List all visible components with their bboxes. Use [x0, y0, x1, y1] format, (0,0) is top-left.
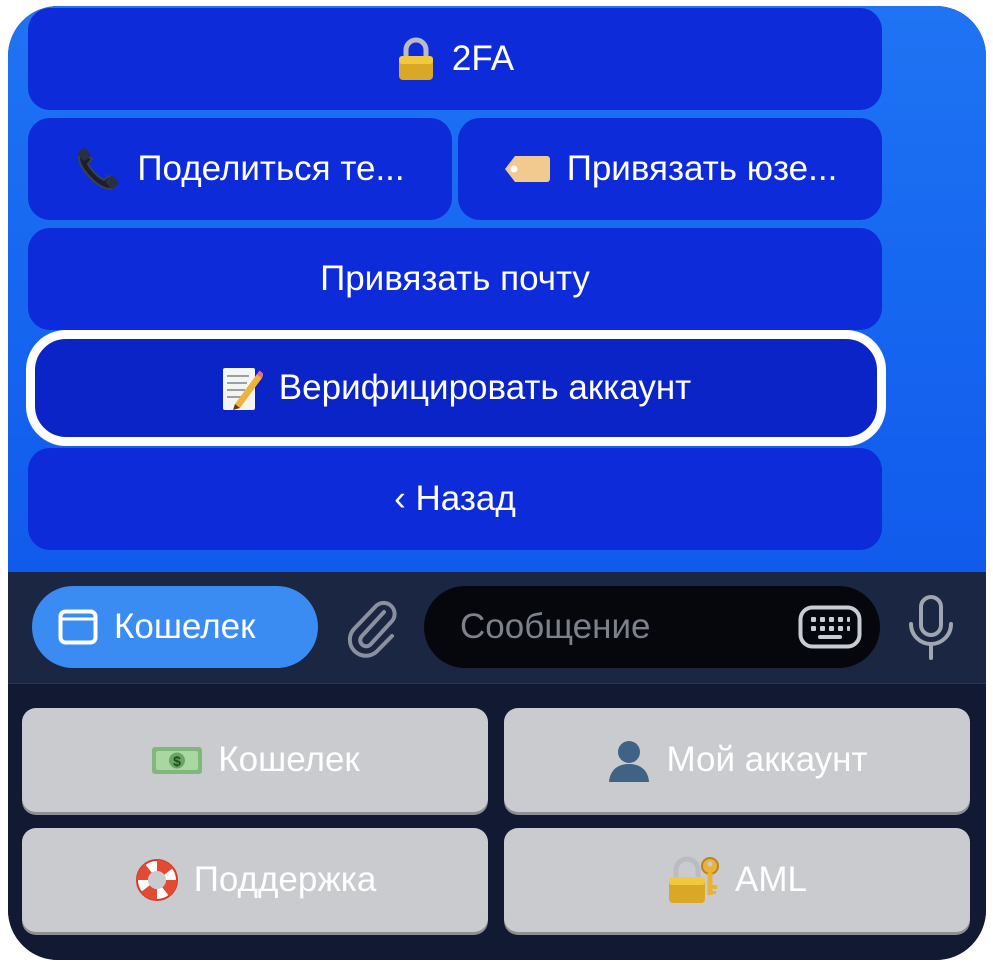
inline-button-share-phone-label: Поделиться те... [137, 149, 405, 188]
message-field[interactable] [424, 586, 880, 668]
reply-button-aml-label: AML [735, 860, 807, 899]
inline-button-back[interactable]: ‹ Назад [28, 448, 882, 550]
inline-button-link-email[interactable]: Привязать почту [28, 228, 882, 330]
reply-button-wallet-label: Кошелек [218, 740, 360, 779]
inline-button-link-username[interactable]: Привязать юзе... [458, 118, 882, 220]
inline-button-2fa[interactable]: 2FA [28, 8, 882, 110]
inline-button-2fa-label: 2FA [451, 39, 515, 78]
inline-button-link-username-label: Привязать юзе... [566, 149, 838, 188]
inline-button-share-phone[interactable]: Поделиться те... [28, 118, 452, 220]
reply-button-support-label: Поддержка [193, 860, 377, 899]
reply-button-aml[interactable]: AML [504, 828, 970, 932]
reply-keyboard: $ Кошелек Мой аккаунт Поддержка AML [8, 684, 986, 960]
reply-button-my-account[interactable]: Мой аккаунт [504, 708, 970, 812]
reply-button-my-account-label: Мой аккаунт [666, 740, 868, 779]
reply-button-support[interactable]: Поддержка [22, 828, 488, 932]
lock-icon [398, 37, 433, 80]
bot-menu-button-label: Кошелек [114, 607, 256, 646]
bot-menu-button[interactable]: Кошелек [32, 586, 318, 668]
memo-pencil-icon [222, 368, 263, 410]
message-input-bar: Кошелек [8, 572, 986, 684]
telephone-receiver-icon [78, 148, 119, 191]
chat-area: 2FA Поделиться те... Привязать юзе... Пр… [8, 6, 986, 572]
keyboard-icon[interactable] [798, 605, 862, 649]
inline-button-back-label: ‹ Назад [394, 479, 516, 518]
svg-text:$: $ [173, 753, 181, 769]
microphone-icon[interactable] [904, 594, 958, 662]
inline-button-verify-account[interactable]: Верифицировать аккаунт [26, 330, 886, 446]
money-banknote-icon: $ [152, 747, 203, 774]
paperclip-icon[interactable] [342, 596, 402, 660]
lifebuoy-icon [135, 859, 178, 901]
user-silhouette-icon [609, 741, 650, 782]
message-input[interactable] [458, 606, 792, 648]
lock-with-key-icon [669, 856, 720, 903]
reply-button-wallet[interactable]: $ Кошелек [22, 708, 488, 812]
inline-button-link-email-label: Привязать почту [320, 259, 590, 298]
telegram-chat-screen: 2FA Поделиться те... Привязать юзе... Пр… [8, 6, 986, 960]
web-app-icon [58, 609, 98, 645]
label-tag-icon [504, 156, 550, 182]
inline-button-verify-account-label: Верифицировать аккаунт [278, 368, 692, 407]
